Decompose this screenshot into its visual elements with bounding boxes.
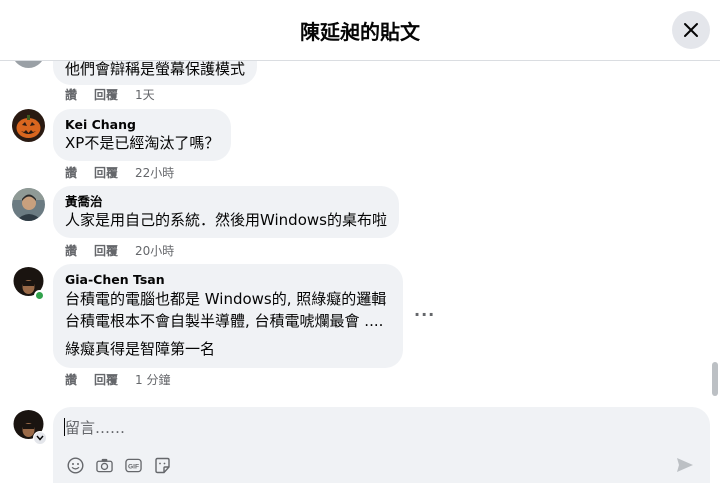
pumpkin-avatar-icon (12, 109, 45, 142)
emoji-button[interactable] (67, 457, 84, 474)
like-button[interactable]: 讚 (65, 86, 77, 103)
comment-text: XP不是已經淘汰了嗎？ (65, 134, 220, 152)
online-status-indicator (34, 290, 45, 301)
comment-actions: 讚 回覆 1天 (65, 86, 155, 103)
comment-timestamp[interactable]: 1天 (135, 86, 155, 103)
sticker-icon (155, 457, 170, 474)
comment-timestamp[interactable]: 1 分鐘 (135, 371, 170, 388)
send-button[interactable] (676, 457, 694, 477)
comment-text: 台積電的電腦也都是 Windows的, 照綠癡的邏輯 (65, 290, 387, 308)
reply-button[interactable]: 回覆 (94, 164, 118, 181)
person-avatar-icon (12, 188, 45, 221)
emoji-icon (67, 457, 84, 474)
comment-bubble: Gia-Chen Tsan 台積電的電腦也都是 Windows的, 照綠癡的邏輯… (53, 264, 403, 368)
avatar[interactable] (12, 188, 45, 221)
comment-options-button[interactable]: ··· (414, 305, 435, 324)
gif-button[interactable]: GIF (125, 457, 142, 474)
comments-feed[interactable]: 他們會辯稱是螢幕保護模式 讚 回覆 1天 Kei Chang XP不是已經淘汰了… (0, 61, 720, 401)
comment-author[interactable]: 黃喬治 (65, 194, 387, 210)
like-button[interactable]: 讚 (65, 371, 77, 388)
svg-text:GIF: GIF (128, 463, 139, 470)
comment-bubble: 他們會辯稱是螢幕保護模式 (53, 61, 258, 85)
comment-actions: 讚 回覆 20小時 (65, 242, 174, 259)
avatar[interactable] (12, 61, 45, 68)
composer-toolbar: GIF (67, 457, 171, 474)
send-icon (677, 458, 693, 472)
dialog-title: 陳延昶的貼文 (300, 19, 420, 44)
photo-button[interactable] (96, 457, 113, 474)
comment-actions: 讚 回覆 22小時 (65, 164, 174, 181)
scrollbar-thumb[interactable] (712, 362, 718, 396)
comment-text: 他們會辯稱是螢幕保護模式 (65, 61, 246, 78)
reply-button[interactable]: 回覆 (94, 86, 118, 103)
comment-author[interactable]: Gia-Chen Tsan (65, 272, 391, 288)
camera-icon (96, 458, 113, 473)
comment-timestamp[interactable]: 20小時 (135, 242, 174, 259)
comment-text: 台積電根本不會自製半導體, 台積電唬爛最會 .... (65, 312, 384, 330)
avatar[interactable] (12, 109, 45, 142)
comment-bubble: Kei Chang XP不是已經淘汰了嗎？ (53, 109, 232, 161)
reply-button[interactable]: 回覆 (94, 371, 118, 388)
dialog-header: 陳延昶的貼文 (0, 0, 720, 61)
like-button[interactable]: 讚 (65, 164, 77, 181)
like-button[interactable]: 讚 (65, 242, 77, 259)
comment-composer[interactable]: 留言…… GIF (53, 407, 710, 483)
comment-actions: 讚 回覆 1 分鐘 (65, 371, 170, 388)
gif-icon: GIF (125, 458, 142, 473)
close-icon (684, 23, 698, 37)
chevron-down-icon (36, 435, 44, 441)
comment-text: 綠癡真得是智障第一名 (65, 340, 216, 358)
reply-button[interactable]: 回覆 (94, 242, 118, 259)
comment-input[interactable]: 留言…… (65, 417, 125, 438)
comment-text: 人家是用自己的系統．然後用Windows的桌布啦 (65, 211, 387, 229)
sticker-button[interactable] (154, 457, 171, 474)
close-button[interactable] (672, 11, 710, 49)
comment-timestamp[interactable]: 22小時 (135, 164, 174, 181)
comment-bubble: 黃喬治 人家是用自己的系統．然後用Windows的桌布啦 (53, 186, 399, 238)
comment-author[interactable]: Kei Chang (65, 117, 219, 133)
profile-switch-button[interactable] (33, 431, 47, 445)
